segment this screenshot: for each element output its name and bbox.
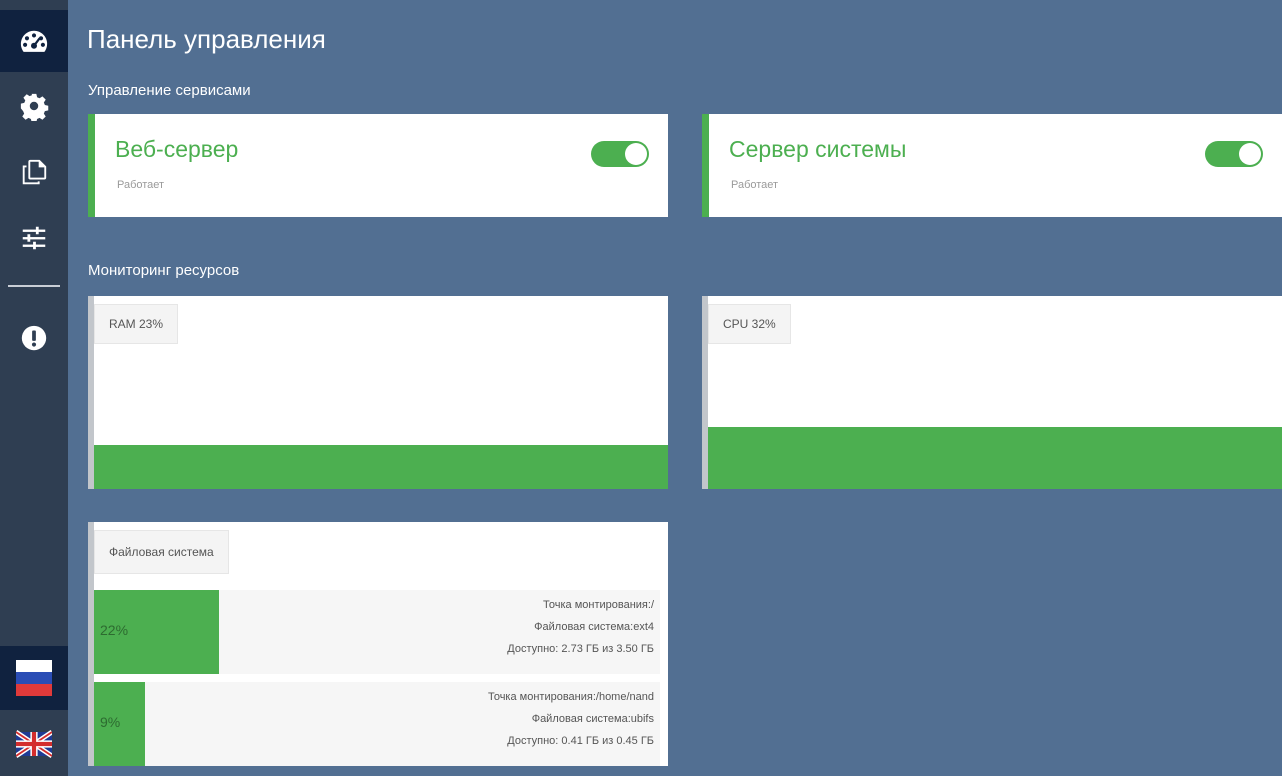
flag-ru-icon xyxy=(16,660,52,696)
alert-icon xyxy=(21,325,47,351)
filesystem-row: 9% Точка монтирования:/home/nand Файлова… xyxy=(94,682,660,766)
cpu-usage-bar xyxy=(708,427,1282,489)
resource-card-ram: RAM 23% xyxy=(88,296,668,489)
main-content: Панель управления Управление сервисами В… xyxy=(68,10,1282,766)
ram-label: RAM 23% xyxy=(94,304,179,344)
section-title-services: Управление сервисами xyxy=(88,82,251,99)
toggle-knob xyxy=(1239,143,1261,165)
service-toggle[interactable] xyxy=(591,141,649,167)
service-name: Сервер системы xyxy=(729,136,907,162)
ram-usage-bar xyxy=(94,445,668,489)
filesystem-type: Файловая система:ubifs xyxy=(531,713,654,725)
service-card-system: Сервер системы Работает xyxy=(702,114,1282,217)
filesystem-type: Файловая система:ext4 xyxy=(534,621,654,633)
cpu-label: CPU 32% xyxy=(708,304,791,344)
mount-point: Точка монтирования:/ xyxy=(543,599,654,611)
service-name: Веб-сервер xyxy=(115,136,239,162)
flag-uk-icon xyxy=(16,730,52,758)
filesystem-card: Файловая система 22% Точка монтирования:… xyxy=(88,522,668,766)
sidebar-item-alerts[interactable] xyxy=(0,306,68,370)
toggle-knob xyxy=(625,143,647,165)
filesystem-row: 22% Точка монтирования:/ Файловая систем… xyxy=(94,590,660,674)
dashboard-icon xyxy=(20,30,48,52)
filesystem-info: Точка монтирования:/ Файловая система:ex… xyxy=(507,594,654,660)
service-status: Работает xyxy=(731,179,779,191)
sidebar-item-copy[interactable] xyxy=(0,140,68,204)
copy-icon xyxy=(22,159,47,185)
filesystem-percent: 22% xyxy=(100,622,129,638)
available-space: Доступно: 0.41 ГБ из 0.45 ГБ xyxy=(507,735,654,747)
language-russian[interactable] xyxy=(0,646,68,710)
language-english[interactable] xyxy=(0,712,68,776)
mount-point: Точка монтирования:/home/nand xyxy=(487,691,654,703)
gear-icon xyxy=(20,93,49,121)
sidebar-item-settings[interactable] xyxy=(0,74,68,138)
filesystem-info: Точка монтирования:/home/nand Файловая с… xyxy=(488,686,654,752)
filesystem-percent: 9% xyxy=(100,714,121,730)
sliders-icon xyxy=(22,226,46,250)
service-card-web: Веб-сервер Работает xyxy=(88,114,668,217)
available-space: Доступно: 2.73 ГБ из 3.50 ГБ xyxy=(507,643,654,655)
service-toggle[interactable] xyxy=(1205,141,1263,167)
page-title: Панель управления xyxy=(87,24,326,54)
service-status: Работает xyxy=(117,179,165,191)
section-title-monitoring: Мониторинг ресурсов xyxy=(88,262,240,279)
sidebar-divider xyxy=(8,285,60,287)
sidebar-item-dashboard[interactable] xyxy=(0,10,68,74)
sidebar xyxy=(0,0,68,776)
filesystem-title: Файловая система xyxy=(94,530,229,574)
resource-card-cpu: CPU 32% xyxy=(702,296,1282,489)
sidebar-item-filters[interactable] xyxy=(0,206,68,270)
